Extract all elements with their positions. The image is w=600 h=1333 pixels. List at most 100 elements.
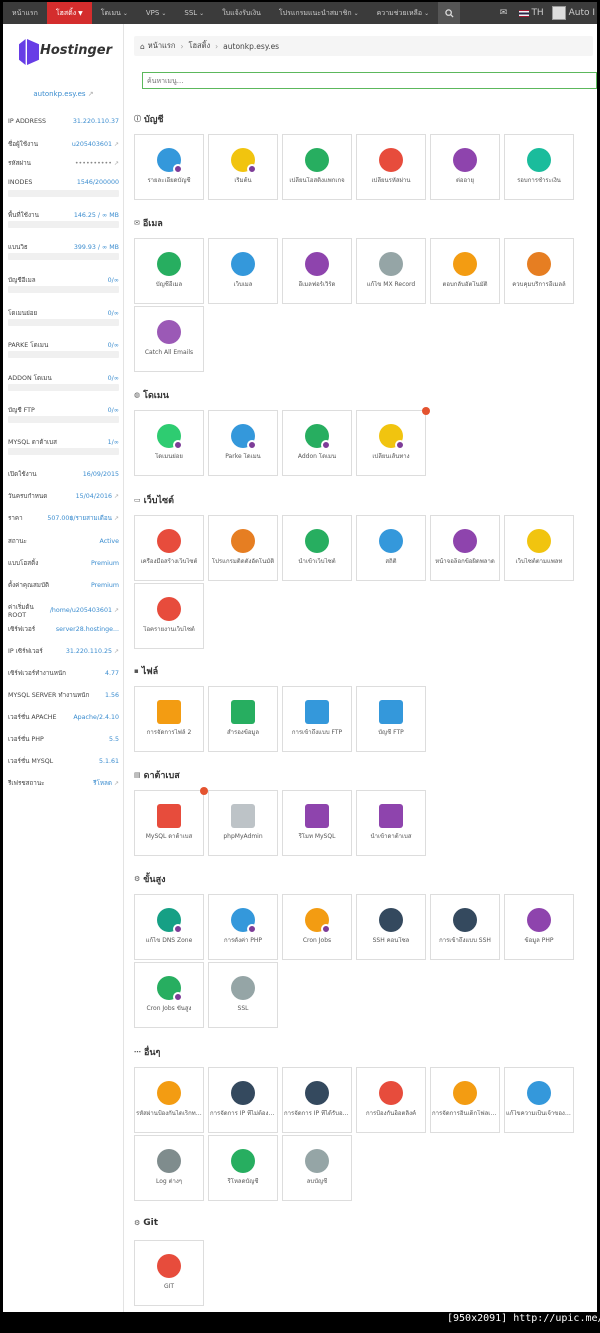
external-link-icon[interactable]: ↗ [114,160,119,167]
nav-ssl[interactable]: SSL ⌄ [175,2,213,24]
menu-tile[interactable]: เปลี่ยนเส้นทาง [356,407,430,476]
menu-tile[interactable]: ตอบกลับอัตโนมัติ [430,238,500,304]
info-label: ตั้งค่าคุณสมบัติ [8,582,50,589]
menu-tile[interactable]: เปลี่ยนโฮสติ้งแพกเกจ [282,134,352,200]
menu-tile[interactable]: Cron Jobs [282,894,352,960]
menu-tile[interactable]: สถิติ [356,515,426,581]
section-icon: ▤ [134,771,141,779]
menu-tile[interactable]: โปรแกรมติดตั้งอัตโนมัติ [208,515,278,581]
menu-tile[interactable]: Addon โดเมน [282,410,352,476]
avatar[interactable] [551,6,566,20]
tile-label: แก้ไข DNS Zone [145,937,193,944]
hostinger-logo[interactable]: Hostinger [13,37,113,67]
menu-tile[interactable]: เริ่มต้น [208,134,278,200]
tile-icon [231,976,255,1000]
tile-label: อีเมลฟอร์เวิร์ด [298,281,336,288]
tile-icon [379,804,403,828]
menu-tile[interactable]: การเข้าถึงแบบ SSH [430,894,500,960]
tile-label: เว็บเมล [233,281,253,288]
menu-tile[interactable]: รหัสผ่านป้องกันไดเร็กทอรี [134,1067,204,1133]
nav-help[interactable]: ความช่วยเหลือ ⌄ [368,2,438,24]
menu-tile[interactable]: บัญชี FTP [356,686,426,752]
menu-tile[interactable]: อีเมลฟอร์เวิร์ด [282,238,352,304]
menu-tile[interactable]: GIT [134,1240,204,1306]
nav-affiliate[interactable]: โปรแกรมแนะนำสมาชิก ⌄ [270,2,368,24]
menu-tile[interactable]: Catch All Emails [134,306,204,372]
tile-icon [231,700,255,724]
tile-label: การจัดการ IP ที่ไม่ต้องการ [210,1110,276,1117]
section-title-text: อื่นๆ [144,1048,161,1058]
nav-home[interactable]: หน้าแรก [3,2,47,24]
info-row-2: รหัสผ่าน •••••••••• ↗ [3,158,124,168]
nav-vps[interactable]: VPS ⌄ [137,2,175,24]
info-value-text: 5.1.61 [98,757,119,765]
menu-tile[interactable]: ต่ออายุ [430,134,500,200]
language-selector[interactable]: TH [515,2,549,24]
menu-tile[interactable]: สำรองข้อมูล [208,686,278,752]
menu-tile[interactable]: MySQL ดาต้าเบส [134,787,208,856]
menu-tile[interactable]: รีโหลดบัญชี [208,1135,278,1201]
menu-tile[interactable]: รอบการชำระเงิน [504,134,574,200]
menu-search-input[interactable] [142,72,597,89]
usage-bar [8,221,119,228]
menu-tile[interactable]: phpMyAdmin [208,790,278,856]
menu-tile[interactable]: โอครายงานเว็บไซต์ [134,583,204,649]
external-link-icon[interactable]: ↗ [114,607,119,614]
menu-tile[interactable]: Log ต่างๆ [134,1135,204,1201]
menu-tile[interactable]: รีโมท MySQL [282,790,352,856]
mail-icon[interactable]: ✉ [493,2,515,24]
menu-tile[interactable]: บัญชีอีเมล [134,238,204,304]
info-label: วันครบกำหนด [8,493,48,500]
external-link-icon[interactable]: ↗ [114,648,119,655]
menu-tile[interactable]: SSH คอนโซล [356,894,426,960]
menu-tile[interactable]: การจัดการ IP ที่ไม่ต้องการ [208,1067,278,1133]
menu-tile[interactable]: แก้ไข DNS Zone [134,894,204,960]
tile-label: รีโมท MySQL [298,833,336,840]
info-row-16: แบบโฮสติ้ง Premium [3,558,124,568]
menu-tile[interactable]: เว็บไซต์ตามแพลท [504,515,574,581]
nav-domains[interactable]: โดเมน ⌄ [92,2,137,24]
user-name[interactable]: Auto I [569,2,597,24]
menu-tile[interactable]: การเข้าถึงแบบ FTP [282,686,352,752]
tile-label: บัญชีอีเมล [155,281,183,288]
search-icon[interactable] [438,2,461,24]
menu-tile[interactable]: หน้าจอล็อกข้อผิดพลาด [430,515,500,581]
tile-icon [379,529,403,553]
external-link-icon[interactable]: ↗ [114,493,119,500]
menu-tile[interactable]: การจัดการไฟล์ 2 [134,686,204,752]
section-title-1: ✉ อีเมล [134,216,163,230]
menu-tile[interactable]: เว็บเมล [208,238,278,304]
sidebar: Hostinger autonkp.esy.es ↗ IP ADDRESS 31.… [3,24,124,1312]
menu-tile[interactable]: SSL [208,962,278,1028]
menu-tile[interactable]: Cron Jobs ขั้นสูง [134,962,204,1028]
breadcrumb-home[interactable]: หน้าแรก [148,40,176,52]
info-value[interactable]: รีโหลด ↗ [93,778,119,788]
breadcrumb-hosting[interactable]: โฮสติ้ง [188,40,210,52]
domain-link[interactable]: autonkp.esy.es ↗ [3,90,124,98]
external-link-icon[interactable]: ↗ [114,515,119,522]
menu-tile[interactable]: Parke โดเมน [208,410,278,476]
menu-tile[interactable]: ข้อมูล PHP [504,894,574,960]
info-value: /home/u205403601 ↗ [50,607,119,614]
external-link-icon[interactable]: ↗ [114,141,119,148]
menu-tile[interactable]: แก้ไขความเป็นเจ้าของไฟล์ [504,1067,574,1133]
menu-tile[interactable]: เครื่องมือสร้างเว็บไซต์ [134,515,204,581]
nav-invoices[interactable]: ใบแจ้งรับเงิน [213,2,270,24]
menu-tile[interactable]: การป้องกันฮ็อตลิ้งค์ [356,1067,426,1133]
menu-tile[interactable]: การจัดการ IP ที่ได้รับอนุญาติ [282,1067,352,1133]
menu-tile[interactable]: โดเมนย่อย [134,410,204,476]
menu-tile[interactable]: แก้ไข MX Record [356,238,426,304]
menu-tile[interactable]: เปลี่ยนรหัสผ่าน [356,134,426,200]
info-label: เวอร์ชั่น APACHE [8,714,57,721]
nav-hosting[interactable]: โฮสติ้ง ▼ [46,2,92,24]
external-link-icon[interactable]: ↗ [114,780,119,787]
domain-text: autonkp.esy.es [33,90,86,98]
menu-tile[interactable]: รายละเอียดบัญชี [134,134,204,200]
info-row-18: ค่าเริ่มต้น ROOT/home/u205403601 ↗ [3,602,124,619]
menu-tile[interactable]: ควบคุมบริการอีเมลล์ [504,238,574,304]
menu-tile[interactable]: นำเข้าเว็บไซต์ [282,515,352,581]
menu-tile[interactable]: ลบบัญชี [282,1135,352,1201]
menu-tile[interactable]: การตั้งค่า PHP [208,894,278,960]
menu-tile[interactable]: การจัดการอินเด็กโฟลเดอร์ [430,1067,500,1133]
menu-tile[interactable]: นำเข้าดาต้าเบส [356,790,426,856]
